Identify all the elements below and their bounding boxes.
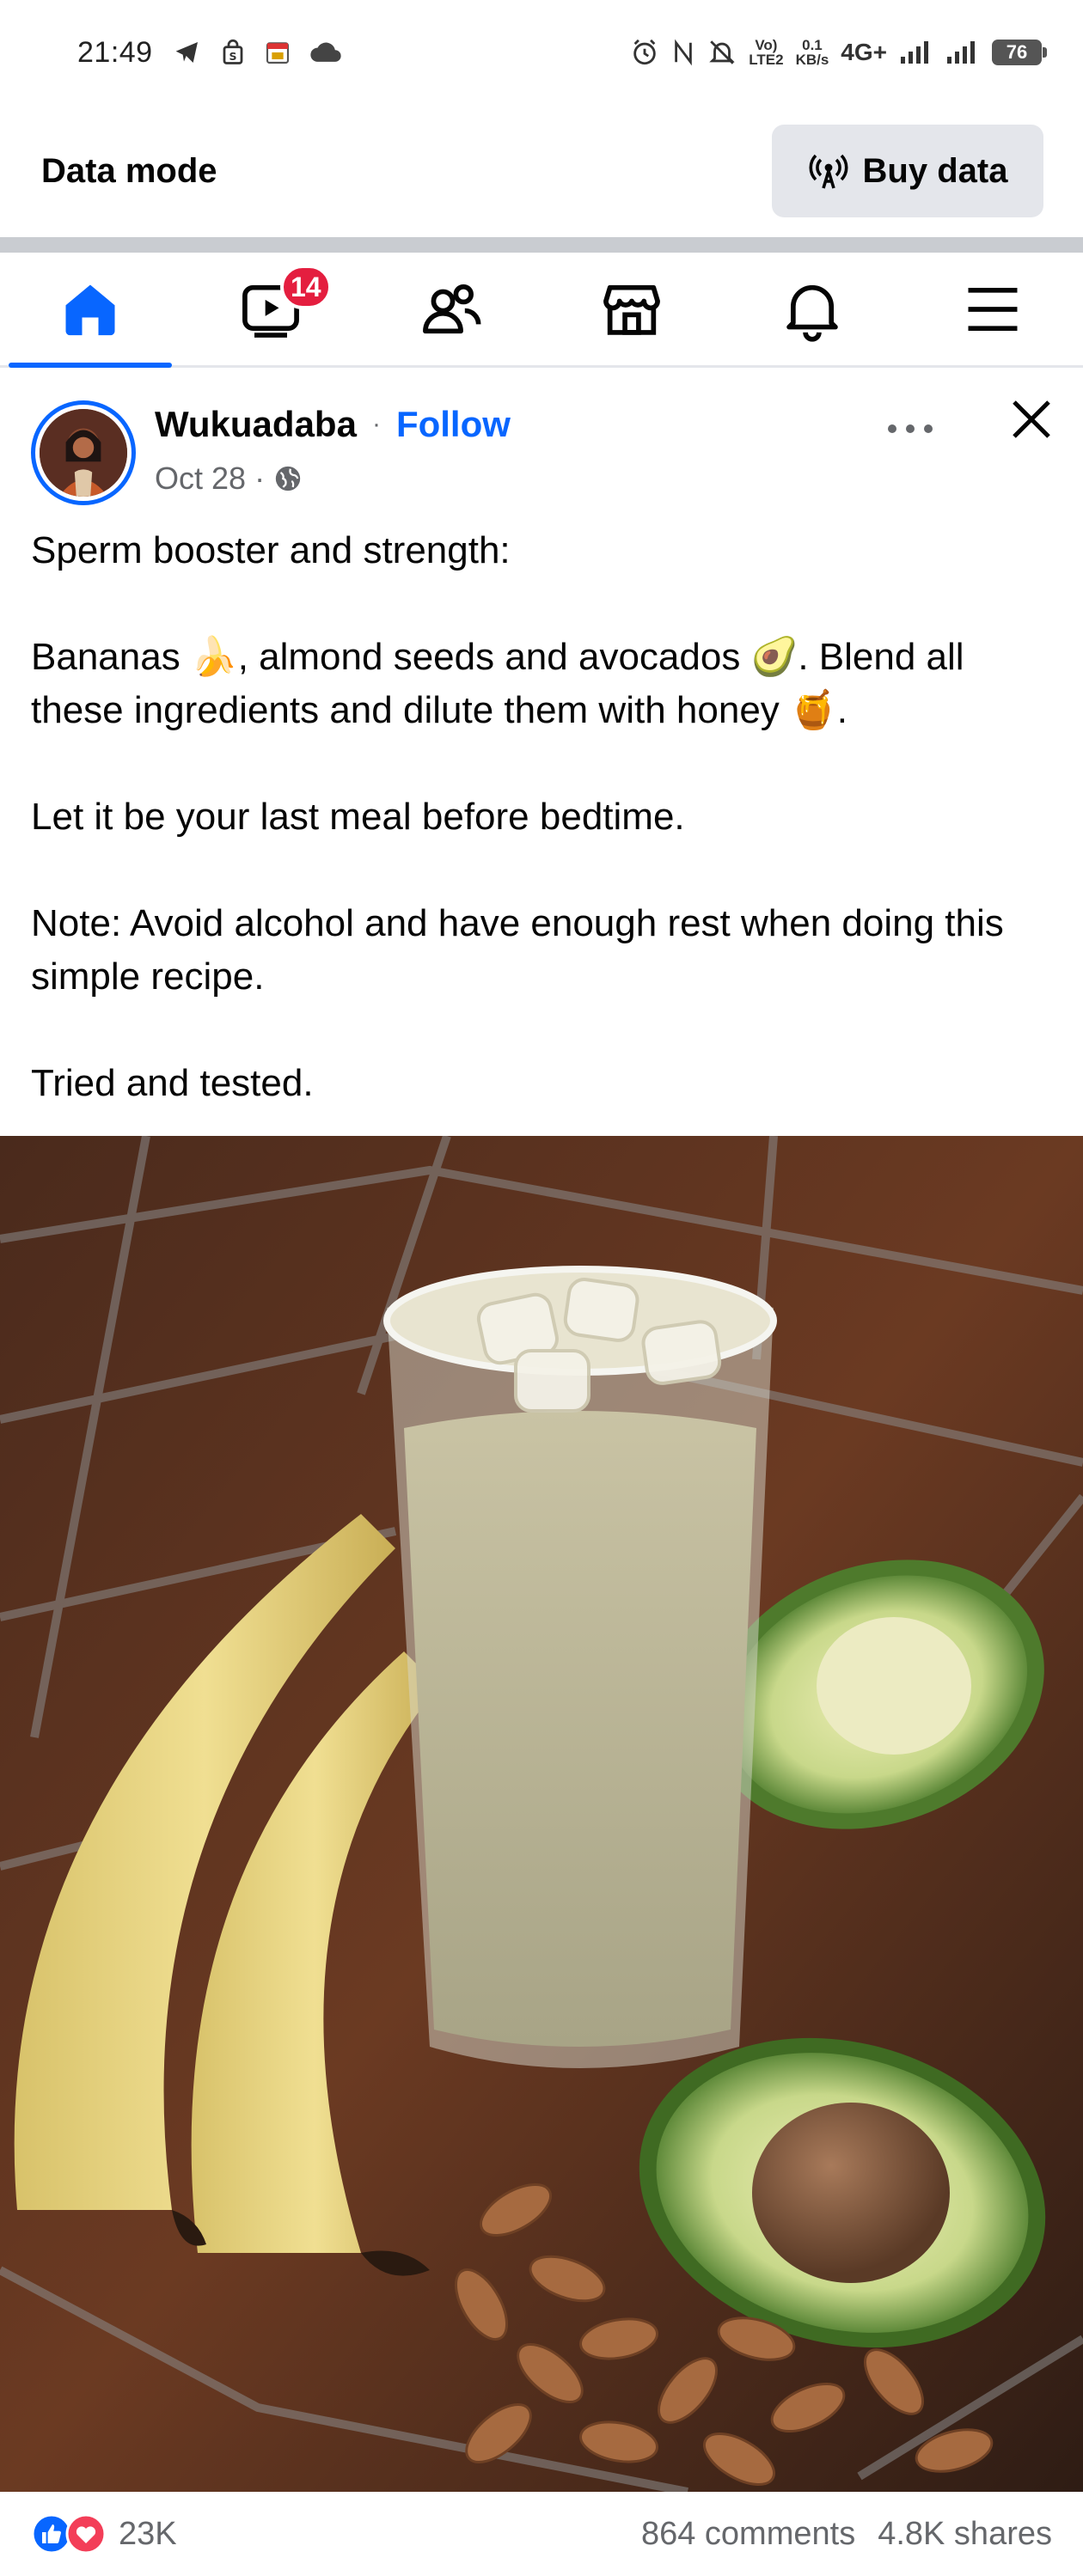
- video-notification-badge: 14: [280, 265, 332, 309]
- post-line: Bananas 🍌, almond seeds and avocados 🥑. …: [31, 636, 964, 731]
- friends-icon: [423, 284, 481, 333]
- battery-icon: 76: [992, 40, 1047, 65]
- post-line: Let it be your last meal before bedtime.: [31, 796, 685, 838]
- section-divider: [0, 237, 1083, 253]
- telegram-icon: [175, 42, 198, 63]
- status-notification-icons: S: [172, 39, 342, 66]
- main-nav: 14: [0, 253, 1083, 368]
- svg-text:S: S: [229, 50, 236, 63]
- broadcast-icon: [809, 154, 847, 189]
- cloud-icon: [309, 42, 341, 62]
- post-photo[interactable]: [0, 1136, 1083, 2492]
- globe-icon: [275, 466, 301, 491]
- alarm-icon: [633, 39, 656, 65]
- signal-icon: [901, 41, 928, 64]
- tab-home[interactable]: [0, 253, 180, 368]
- reaction-count: 23K: [119, 2515, 177, 2552]
- signal-2-icon: [947, 41, 975, 64]
- follow-button[interactable]: Follow: [396, 404, 511, 445]
- calendar-app-icon: [266, 42, 289, 64]
- avatar-image: [40, 409, 127, 497]
- avatar[interactable]: [31, 400, 136, 505]
- menu-icon: [968, 287, 1018, 331]
- buy-data-label: Buy data: [862, 151, 1008, 190]
- data-mode-bar: Data mode Buy data: [0, 105, 1083, 237]
- reaction-icons[interactable]: 23K: [31, 2513, 177, 2555]
- post-date[interactable]: Oct 28: [155, 461, 246, 497]
- status-system-icons: Vo) LTE2 0.1 KB/s 4G+ 76: [630, 37, 1047, 68]
- close-post-button[interactable]: [1006, 394, 1057, 445]
- battery-level: 76: [1006, 41, 1028, 63]
- comments-count[interactable]: 864 comments: [641, 2516, 855, 2553]
- love-icon: [65, 2513, 107, 2555]
- nfc-icon: [675, 39, 693, 66]
- post-meta: Oct 28 ·: [155, 461, 303, 497]
- author-line: Wukuadaba · Follow: [155, 404, 511, 445]
- tab-menu[interactable]: [903, 253, 1083, 365]
- post-line: Sperm booster and strength:: [31, 529, 511, 571]
- home-icon: [65, 284, 115, 335]
- author-name[interactable]: Wukuadaba: [155, 404, 357, 445]
- separator-dot: ·: [371, 410, 381, 438]
- post-line: Tried and tested.: [31, 1062, 314, 1104]
- speed-unit: KB/s: [795, 52, 829, 68]
- status-bar: 21:49 S Vo) LTE2 0.1 KB/s 4G+ 76: [0, 0, 1083, 105]
- more-options-button[interactable]: [885, 404, 935, 454]
- shopping-bag-icon: S: [223, 39, 242, 64]
- more-horizontal-icon: [888, 424, 933, 433]
- marketplace-icon: [603, 284, 660, 335]
- engagement-stats: 864 comments 4.8K shares: [641, 2516, 1052, 2553]
- data-mode-title: Data mode: [41, 151, 217, 190]
- network-type: 4G+: [841, 39, 887, 65]
- buy-data-button[interactable]: Buy data: [772, 125, 1043, 217]
- post-header: Wukuadaba · Follow Oct 28 ·: [0, 369, 1083, 516]
- network-speed: 0.1 KB/s: [796, 38, 829, 67]
- post-text: Sperm booster and strength: Bananas 🍌, a…: [31, 524, 1054, 1110]
- volte-indicator: Vo) LTE2: [749, 37, 784, 68]
- tab-marketplace[interactable]: [542, 253, 722, 365]
- reactions-bar: 23K 864 comments 4.8K shares: [0, 2492, 1083, 2576]
- status-time: 21:49: [77, 35, 153, 69]
- close-icon: [1013, 400, 1050, 438]
- meta-separator: ·: [254, 461, 266, 496]
- tab-notifications[interactable]: [722, 253, 903, 365]
- post-line: Note: Avoid alcohol and have enough rest…: [31, 902, 1004, 998]
- tab-friends[interactable]: [361, 253, 542, 365]
- mute-icon: [709, 40, 736, 64]
- shares-count[interactable]: 4.8K shares: [878, 2516, 1052, 2553]
- notifications-icon: [786, 284, 838, 342]
- tab-video[interactable]: 14: [180, 253, 361, 365]
